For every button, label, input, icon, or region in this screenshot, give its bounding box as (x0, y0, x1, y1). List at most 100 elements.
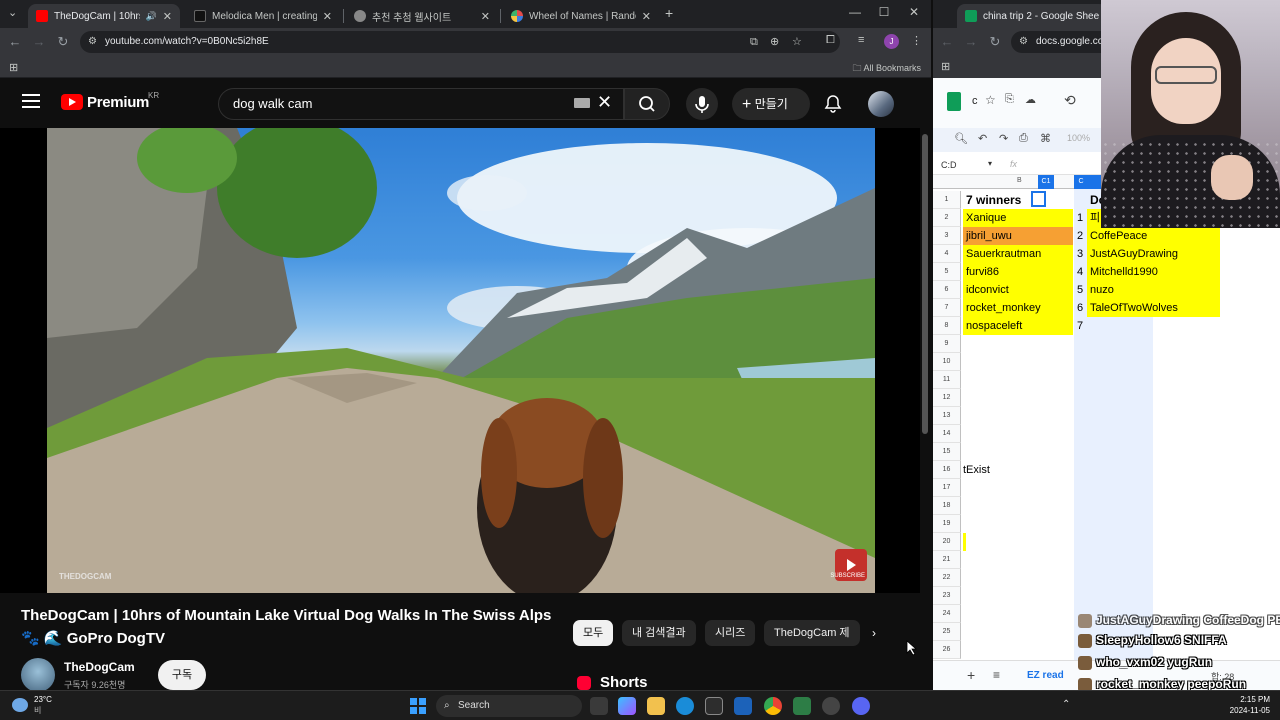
bookmark-star-icon[interactable]: ☆ (792, 31, 802, 53)
cell-d[interactable] (1087, 425, 1220, 443)
notifications-bell-icon[interactable] (823, 94, 843, 114)
cell-b[interactable]: 7 winners (963, 191, 1073, 209)
cell-b[interactable] (963, 533, 1073, 551)
cell-c[interactable] (1074, 191, 1087, 209)
cell-b[interactable]: tExist (963, 461, 1073, 479)
row-number[interactable]: 7 (933, 299, 961, 317)
row-number[interactable]: 15 (933, 443, 961, 461)
profile-avatar[interactable]: J (884, 34, 899, 49)
cell-b[interactable] (963, 515, 1073, 533)
spreadsheet-grid[interactable]: B C1 C 17 winners Do 2 Xanique 1 피 3 jibril_uwu… (933, 175, 1280, 664)
cell-d[interactable] (1087, 443, 1220, 461)
cell-b[interactable] (963, 425, 1073, 443)
row-number[interactable]: 13 (933, 407, 961, 425)
cell-d[interactable]: JustAGuyDrawing (1087, 245, 1220, 263)
obs-icon[interactable] (822, 697, 840, 715)
row-number[interactable]: 18 (933, 497, 961, 515)
row-number[interactable]: 12 (933, 389, 961, 407)
cell-c[interactable] (1074, 425, 1087, 443)
page-scrollbar[interactable] (921, 128, 929, 688)
chip-series[interactable]: 시리즈 (705, 620, 756, 646)
column-header-c[interactable]: C (1074, 175, 1088, 189)
close-tab-icon[interactable]: ✕ (642, 10, 651, 23)
hamburger-menu-icon[interactable] (22, 94, 40, 108)
search-input[interactable]: dog walk cam (218, 88, 624, 120)
ez-read-button[interactable]: EZ read (1027, 670, 1064, 681)
close-tab-icon[interactable]: ✕ (163, 10, 172, 23)
cell-b[interactable]: idconvict (963, 281, 1073, 299)
redo-icon[interactable]: ↷ (999, 132, 1008, 145)
taskbar-search-box[interactable]: ⌕ Search (436, 695, 582, 717)
star-icon[interactable]: ☆ (985, 93, 996, 107)
address-bar[interactable]: ⚙ youtube.com/watch?v=0B0Nc5i2h8E ⧉ ⊕ ☆ (80, 31, 840, 53)
chrome-icon[interactable] (764, 697, 782, 715)
cell-c[interactable] (1074, 335, 1087, 353)
cell-d[interactable] (1087, 551, 1220, 569)
cell-c[interactable] (1074, 461, 1087, 479)
paint-format-icon[interactable]: ⌘ (1040, 132, 1051, 145)
cell-d[interactable]: CoffePeace (1087, 227, 1220, 245)
zoom-icon[interactable]: ⊕ (770, 31, 779, 53)
cell-b[interactable] (963, 443, 1073, 461)
tab-recommend-draw[interactable]: 추천 추첨 웹사이트 ✕ (346, 4, 498, 28)
app-icon[interactable] (734, 697, 752, 715)
minimize-icon[interactable]: — (845, 5, 865, 19)
row-number[interactable]: 17 (933, 479, 961, 497)
row-number[interactable]: 20 (933, 533, 961, 551)
chip-my-results[interactable]: 내 검색결과 (622, 620, 696, 646)
copilot-icon[interactable] (618, 697, 636, 715)
cell-b[interactable]: nospaceleft (963, 317, 1073, 335)
cell-d[interactable] (1087, 497, 1220, 515)
doc-title-fragment[interactable]: c (972, 95, 978, 107)
cast-icon[interactable]: ⧉ (750, 31, 758, 53)
cell-b[interactable] (963, 569, 1073, 587)
cell-b[interactable] (963, 371, 1073, 389)
row-number[interactable]: 19 (933, 515, 961, 533)
cell-b[interactable]: jibril_uwu (963, 227, 1073, 245)
clear-search-icon[interactable]: ✕ (597, 92, 612, 113)
menu-search-icon[interactable]: 🔍︎ (954, 132, 968, 145)
cell-c[interactable] (1074, 443, 1087, 461)
cell-b[interactable] (963, 641, 1073, 659)
row-number[interactable]: 14 (933, 425, 961, 443)
cell-d[interactable] (1087, 461, 1220, 479)
chip-thedogcam[interactable]: TheDogCam 제 (764, 620, 860, 646)
tab-google-sheets[interactable]: china trip 2 - Google Sheets (957, 4, 1107, 28)
row-number[interactable]: 10 (933, 353, 961, 371)
account-avatar[interactable] (868, 91, 894, 117)
cell-b[interactable] (963, 407, 1073, 425)
close-window-icon[interactable]: ✕ (904, 5, 924, 19)
chevron-right-icon[interactable]: › (872, 626, 876, 640)
cell-b[interactable] (963, 389, 1073, 407)
cell-b[interactable]: rocket_monkey (963, 299, 1073, 317)
channel-avatar[interactable] (21, 658, 55, 692)
apps-grid-icon[interactable]: ⊞ (941, 60, 950, 73)
cell-c[interactable]: 4 (1074, 263, 1087, 281)
row-number[interactable]: 21 (933, 551, 961, 569)
name-box[interactable]: C:D (941, 160, 957, 170)
cell-d[interactable] (1087, 587, 1220, 605)
site-info-icon[interactable]: ⚙ (88, 31, 97, 53)
cell-b[interactable]: Sauerkrautman (963, 245, 1073, 263)
row-number[interactable]: 26 (933, 641, 961, 659)
cell-c[interactable] (1074, 497, 1087, 515)
cell-d[interactable]: Mitchelld1990 (1087, 263, 1220, 281)
cell-d[interactable] (1087, 569, 1220, 587)
cell-c[interactable]: 1 (1074, 209, 1087, 227)
back-icon[interactable]: ← (7, 34, 23, 49)
cell-d[interactable]: TaleOfTwoWolves (1087, 299, 1220, 317)
sheets-logo-icon[interactable] (947, 92, 961, 111)
row-number[interactable]: 24 (933, 605, 961, 623)
cell-b[interactable] (963, 551, 1073, 569)
cell-c[interactable] (1074, 407, 1087, 425)
keyboard-icon[interactable] (574, 98, 590, 108)
cell-d[interactable] (1087, 353, 1220, 371)
close-tab-icon[interactable]: ✕ (323, 10, 332, 23)
create-button[interactable]: + 만들기 (732, 88, 810, 120)
tab-wheel-of-names[interactable]: Wheel of Names | Random nam ✕ (503, 4, 659, 28)
zoom-select[interactable]: 100% (1067, 133, 1090, 143)
tray-chevron-up-icon[interactable]: ⌃ (1062, 699, 1070, 710)
scrollbar-thumb[interactable] (922, 134, 928, 434)
cell-c[interactable]: 2 (1074, 227, 1087, 245)
all-sheets-icon[interactable]: ≡ (993, 668, 1000, 682)
